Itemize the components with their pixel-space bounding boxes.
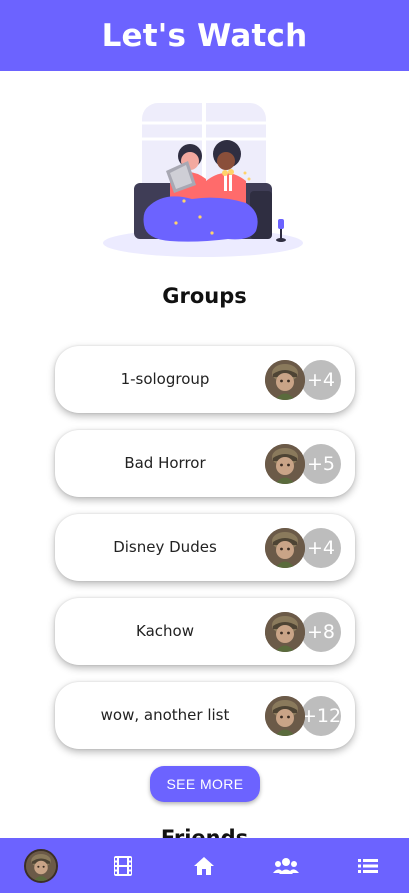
main-content[interactable]: Groups 1-sologroup +4 Bad Horror +5 Disn… [0,71,409,838]
member-count-badge: +8 [301,612,341,652]
nav-movies[interactable] [93,838,153,893]
app-header: Let's Watch [0,0,409,71]
group-card[interactable]: wow, another list +12 [55,682,355,749]
group-name: Bad Horror [124,454,206,472]
member-avatar [265,528,305,568]
group-name: 1-sologroup [120,370,210,388]
group-list: 1-sologroup +4 Bad Horror +5 Disney Dude… [55,346,355,766]
bottom-nav [0,838,409,893]
list-icon [358,858,379,873]
member-avatars: +12 [265,696,345,736]
member-count-badge: +12 [301,696,341,736]
member-count-badge: +4 [301,360,341,400]
member-avatar [265,612,305,652]
groups-heading: Groups [162,284,247,308]
home-icon [194,856,215,875]
nav-home[interactable] [174,838,234,893]
group-name: Kachow [136,622,194,640]
friends-heading: Friends [160,826,249,838]
member-avatars: +4 [265,528,345,568]
member-count-badge: +5 [301,444,341,484]
group-card[interactable]: 1-sologroup +4 [55,346,355,413]
member-avatar [265,696,305,736]
member-avatars: +5 [265,444,345,484]
nav-profile[interactable] [11,838,71,893]
people-icon [273,857,300,874]
group-card[interactable]: Bad Horror +5 [55,430,355,497]
app-title: Let's Watch [101,17,308,54]
group-card[interactable]: Disney Dudes +4 [55,514,355,581]
hero-illustration [103,103,303,257]
member-avatar [265,360,305,400]
member-avatar [265,444,305,484]
profile-avatar [23,848,58,883]
nav-friends[interactable] [256,838,316,893]
group-card[interactable]: Kachow +8 [55,598,355,665]
group-name: Disney Dudes [113,538,217,556]
film-icon [113,855,132,876]
group-name: wow, another list [100,706,230,724]
member-count-badge: +4 [301,528,341,568]
nav-lists[interactable] [338,838,398,893]
member-avatars: +4 [265,360,345,400]
see-more-button[interactable]: SEE MORE [150,766,260,802]
member-avatars: +8 [265,612,345,652]
